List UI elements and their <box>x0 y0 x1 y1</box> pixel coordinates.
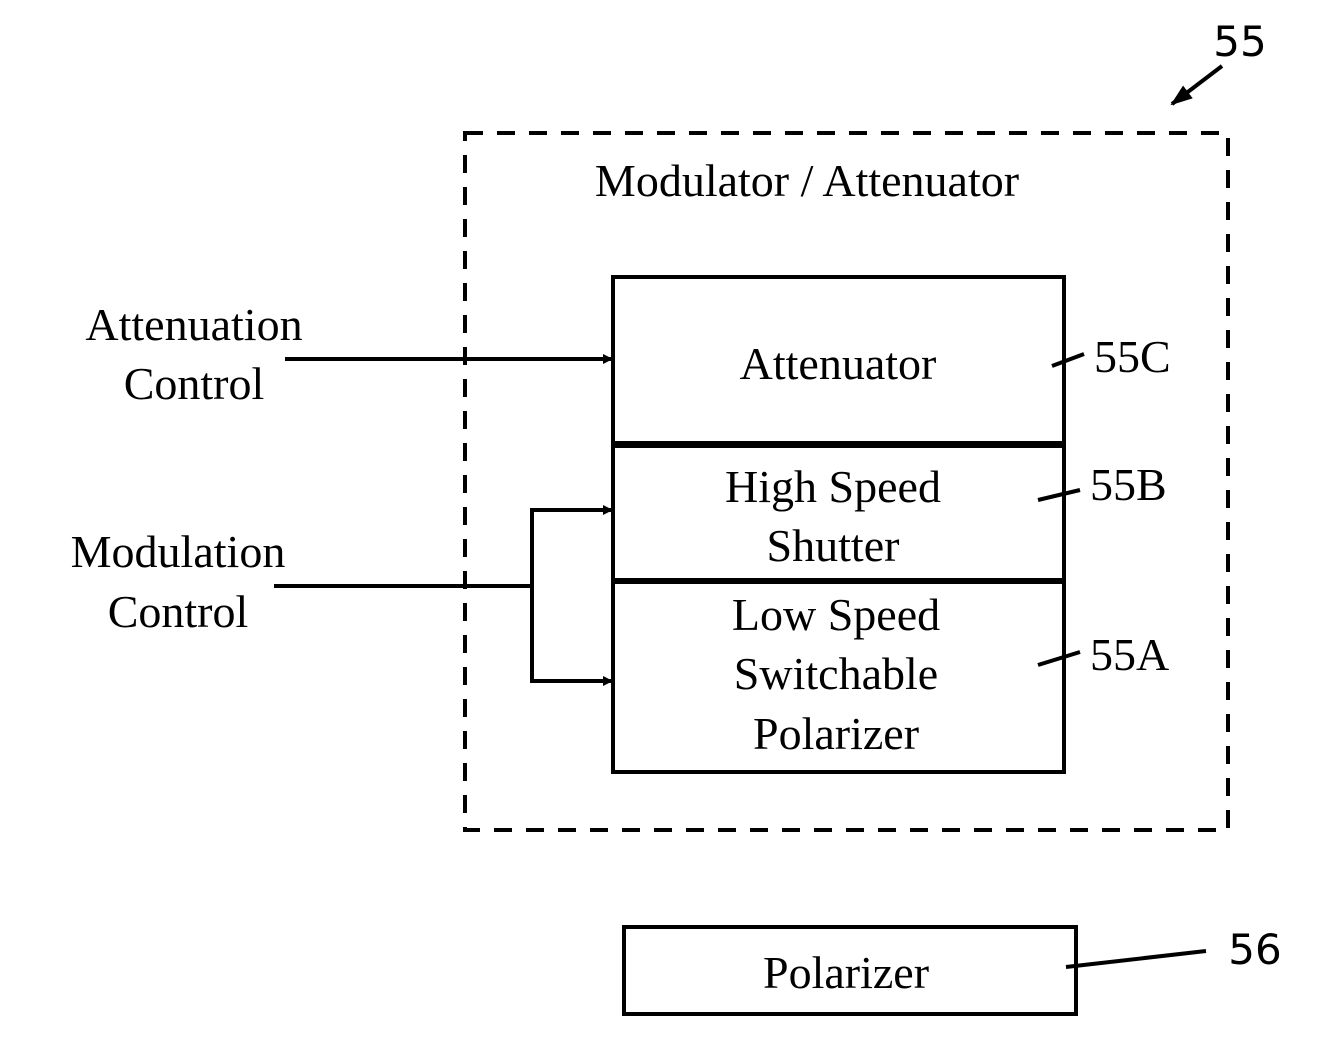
high-speed-shutter-label-line1: High Speed <box>725 461 941 512</box>
modulation-control-label-line1: Modulation <box>71 526 286 577</box>
attenuator-block: Attenuator <box>611 275 1066 445</box>
container-ref-label: 55 <box>1213 17 1266 66</box>
container-title: Modulator / Attenuator <box>595 155 1019 206</box>
low-speed-polarizer-label-line3: Polarizer <box>753 708 919 759</box>
polarizer-leader-line <box>1065 949 1207 969</box>
high-speed-shutter-block: High Speed Shutter <box>611 444 1066 582</box>
attenuator-ref-label: 55C <box>1094 331 1171 382</box>
low-speed-polarizer-ref-label: 55A <box>1090 629 1169 680</box>
attenuation-control-label-line2: Control <box>124 358 265 409</box>
attenuation-control-label-line1: Attenuation <box>85 299 302 350</box>
high-speed-shutter-label-line2: Shutter <box>767 520 900 571</box>
attenuator-label: Attenuator <box>740 338 937 389</box>
polarizer-label: Polarizer <box>763 947 929 998</box>
low-speed-switchable-polarizer-block: Low Speed Switchable Polarizer <box>611 580 1066 774</box>
polarizer-ref-label: 56 <box>1228 925 1281 974</box>
high-speed-shutter-ref-label: 55B <box>1090 459 1167 510</box>
low-speed-polarizer-label-line2: Switchable <box>734 648 938 699</box>
modulation-control-label-line2: Control <box>108 586 249 637</box>
polarizer-block: Polarizer <box>622 925 1078 1016</box>
container-ref-arrow <box>1170 64 1224 106</box>
diagram-canvas: Modulator / Attenuator 55 Attenuator 55C… <box>71 17 1282 1016</box>
low-speed-polarizer-label-line1: Low Speed <box>732 589 940 640</box>
